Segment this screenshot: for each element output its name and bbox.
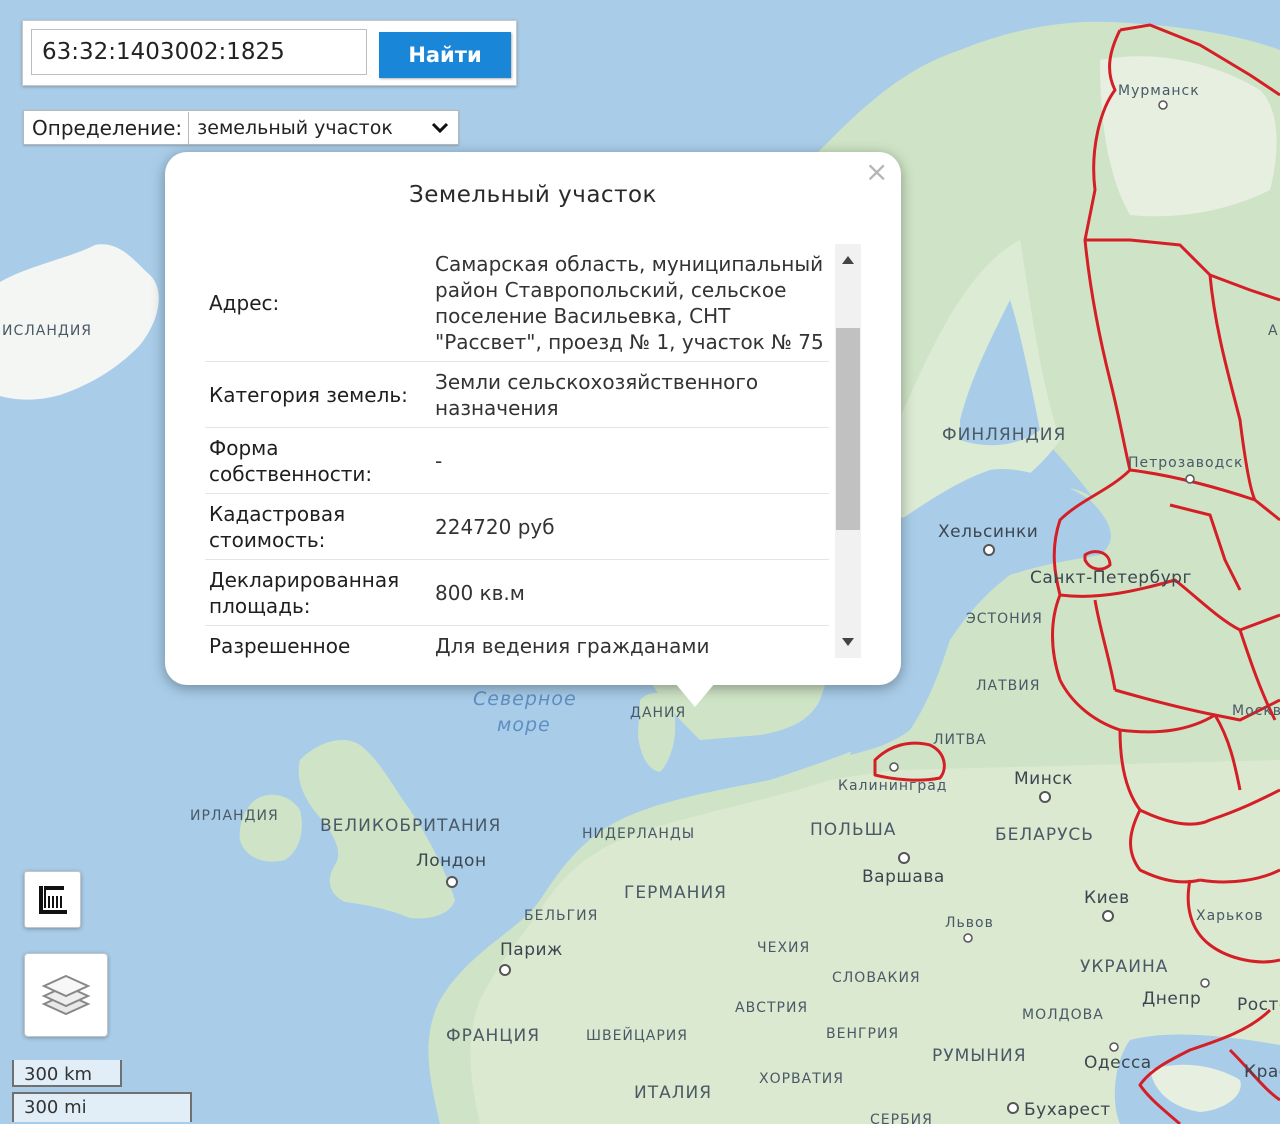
belgium-label: БЕЛЬГИЯ <box>524 908 598 924</box>
chevron-down-icon <box>432 122 449 133</box>
bucharest-label: Бухарест <box>1024 1100 1111 1120</box>
table-row: Форма собственности: - <box>205 427 829 494</box>
scroll-up-icon[interactable] <box>842 256 854 264</box>
table-row: Разрешенное использование: Для ведения г… <box>205 625 829 658</box>
italy-label: ИТАЛИЯ <box>634 1083 712 1103</box>
scale-km-label: 300 km <box>12 1060 122 1087</box>
property-key: Кадастровая стоимость: <box>205 493 427 560</box>
property-key: Разрешенное использование: <box>205 625 427 658</box>
popup-title: Земельный участок <box>409 182 657 208</box>
property-value: Самарская область, муниципальный район С… <box>427 244 829 362</box>
london-label: Лондон <box>416 851 487 871</box>
france-label: ФРАНЦИЯ <box>446 1026 540 1046</box>
popup-content[interactable]: Адрес: Самарская область, муниципальный … <box>205 244 829 658</box>
property-value: 224720 руб <box>427 493 829 560</box>
parcel-properties-table: Адрес: Самарская область, муниципальный … <box>205 244 829 658</box>
denmark-label: ДАНИЯ <box>630 705 686 721</box>
belarus-label: БЕЛАРУСЬ <box>995 825 1094 845</box>
helsinki-label: Хельсинки <box>938 522 1038 542</box>
layers-icon <box>41 974 91 1016</box>
serbia-label: СЕРБИЯ <box>870 1112 933 1124</box>
austria-label: АВСТРИЯ <box>735 1000 808 1016</box>
dnipro-label: Днепр <box>1142 989 1201 1009</box>
kaliningrad-label: Калининград <box>838 778 947 794</box>
rostov-label: Ростов <box>1237 995 1280 1015</box>
property-key: Форма собственности: <box>205 427 427 494</box>
iceland-label: ИСЛАНДИЯ <box>2 323 92 339</box>
petrozavodsk-label: Петрозаводск <box>1128 455 1243 471</box>
germany-label: ГЕРМАНИЯ <box>624 883 727 903</box>
definition-control: Определение: земельный участок <box>23 110 460 145</box>
find-button[interactable]: Найти <box>379 32 511 78</box>
property-value: Для ведения гражданами садоводства и ого… <box>427 625 829 658</box>
scrollbar-thumb[interactable] <box>836 328 860 530</box>
spb-label: Санкт-Петербург <box>1030 568 1192 588</box>
property-key: Адрес: <box>205 244 427 362</box>
table-row: Декларированная площадь: 800 кв.м <box>205 559 829 626</box>
murmansk-label: Мурманск <box>1118 83 1200 99</box>
property-value: 800 кв.м <box>427 559 829 626</box>
scale-mi-label: 300 mi <box>12 1092 192 1122</box>
property-key: Декларированная площадь: <box>205 559 427 626</box>
sea-label-line2: море <box>497 714 551 736</box>
sea-label-line1: Северное <box>473 688 577 710</box>
table-row: Категория земель: Земли сельскохозяйстве… <box>205 361 829 428</box>
ireland-label: ИРЛАНДИЯ <box>190 808 279 824</box>
netherlands-label: НИДЕРЛАНДЫ <box>582 826 695 842</box>
definition-selected-value: земельный участок <box>197 116 393 139</box>
definition-select[interactable]: земельный участок <box>188 111 458 144</box>
property-value: Земли сельскохозяйственного назначения <box>427 361 829 428</box>
truncated-label: А <box>1268 323 1279 339</box>
kyiv-label: Киев <box>1084 888 1130 908</box>
estonia-label: ЭСТОНИЯ <box>966 611 1043 627</box>
layers-button[interactable] <box>24 953 108 1037</box>
moscow-label: Москва <box>1232 703 1280 719</box>
warsaw-label: Варшава <box>862 867 945 887</box>
table-row: Кадастровая стоимость: 224720 руб <box>205 493 829 560</box>
definition-label: Определение: <box>32 115 183 140</box>
romania-label: РУМЫНИЯ <box>932 1046 1027 1066</box>
table-row: Адрес: Самарская область, муниципальный … <box>205 244 829 362</box>
minsk-label: Минск <box>1014 769 1073 789</box>
croatia-label: ХОРВАТИЯ <box>759 1071 844 1087</box>
latvia-label: ЛАТВИЯ <box>976 678 1040 694</box>
lithuania-label: ЛИТВА <box>933 732 987 748</box>
finland-label: ФИНЛЯНДИЯ <box>942 425 1066 445</box>
scroll-down-icon[interactable] <box>842 638 854 646</box>
popup-pointer <box>675 683 715 707</box>
search-panel: Найти <box>22 20 517 86</box>
krasnodar-label: Крас <box>1244 1062 1280 1082</box>
popup-scrollbar[interactable] <box>835 244 861 658</box>
measure-button[interactable] <box>24 871 81 928</box>
hungary-label: ВЕНГРИЯ <box>826 1026 899 1042</box>
kharkiv-label: Харьков <box>1196 908 1264 924</box>
lviv-label: Львов <box>945 915 994 931</box>
property-key: Категория земель: <box>205 361 427 428</box>
uk-label: ВЕЛИКОБРИТАНИЯ <box>320 816 501 836</box>
switzerland-label: ШВЕЙЦАРИЯ <box>586 1026 688 1044</box>
ukraine-label: УКРАИНА <box>1080 957 1168 977</box>
cadastral-number-input[interactable] <box>31 29 367 75</box>
czech-label: ЧЕХИЯ <box>757 940 810 956</box>
odessa-label: Одесса <box>1084 1053 1152 1073</box>
poland-label: ПОЛЬША <box>810 820 896 840</box>
slovakia-label: СЛОВАКИЯ <box>832 970 921 986</box>
paris-label: Париж <box>500 940 563 960</box>
property-value: - <box>427 427 829 494</box>
ruler-icon <box>38 885 67 914</box>
moldova-label: МОЛДОВА <box>1022 1007 1104 1023</box>
parcel-info-popup: × Земельный участок Адрес: Самарская обл… <box>165 152 901 707</box>
